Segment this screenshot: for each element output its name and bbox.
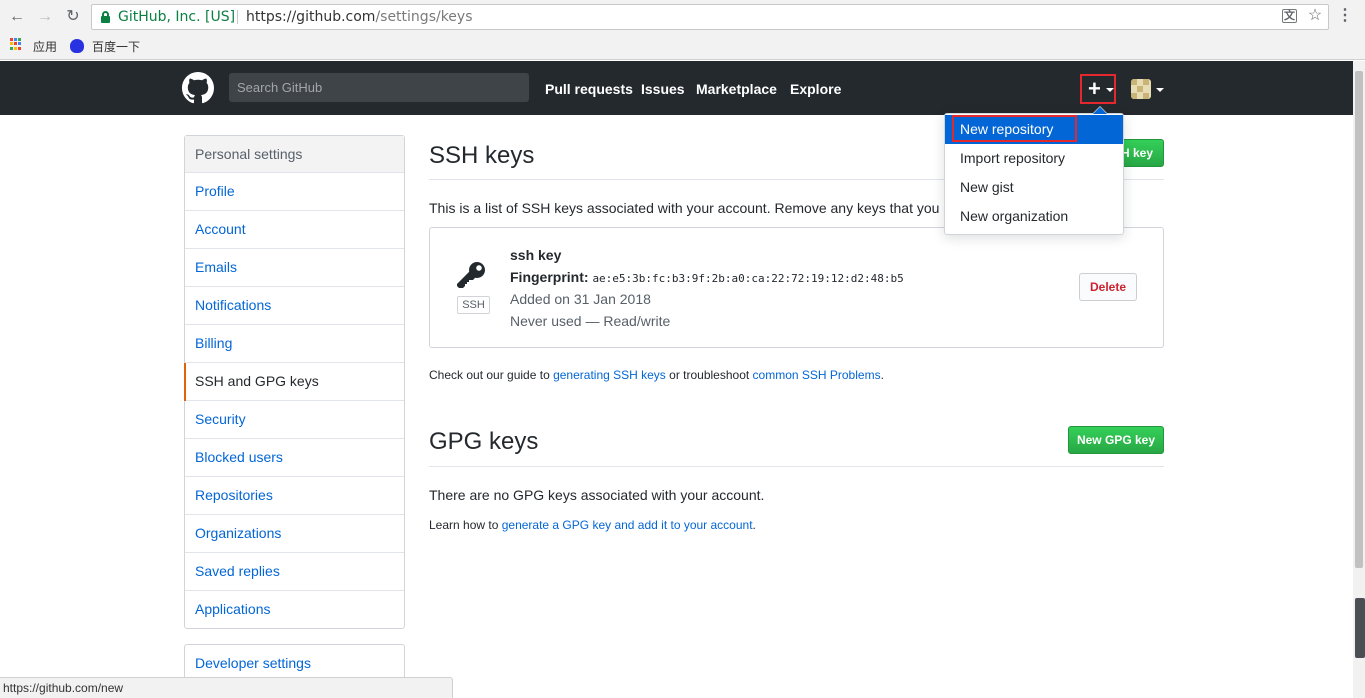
fingerprint-value: ae:e5:3b:fc:b3:9f:2b:a0:ca:22:72:19:12:d…	[592, 272, 904, 285]
sidebar-item-applications[interactable]: Applications	[185, 591, 404, 629]
forward-arrow-icon[interactable]: →	[35, 7, 55, 27]
ssh-key-fingerprint-row: Fingerprint: ae:e5:3b:fc:b3:9f:2b:a0:ca:…	[510, 268, 904, 288]
generating-ssh-keys-link[interactable]: generating SSH keys	[553, 368, 666, 382]
site-identity: GitHub, Inc. [US]	[118, 9, 236, 25]
guide-prefix: Check out our guide to	[429, 368, 554, 382]
ssh-guide-text: Check out our guide to generating SSH ke…	[429, 366, 884, 384]
lock-icon	[101, 11, 110, 23]
gpg-learn-text: Learn how to generate a GPG key and add …	[429, 516, 756, 534]
nav-marketplace[interactable]: Marketplace	[696, 80, 777, 98]
bookmarks-bar: 应用 百度一下	[0, 34, 1365, 60]
omnibox-divider	[237, 10, 238, 24]
ssh-keys-title: SSH keys	[429, 142, 535, 169]
gpg-empty-message: There are no GPG keys associated with yo…	[429, 487, 765, 503]
avatar-chevron-down-icon[interactable]	[1156, 88, 1164, 92]
url-path: /settings/keys	[375, 9, 473, 25]
scrollbar-overlay-thumb[interactable]	[1355, 598, 1365, 658]
guide-middle: or troubleshoot	[665, 368, 753, 382]
search-input[interactable]	[229, 73, 529, 102]
sidebar-item-saved-replies[interactable]: Saved replies	[185, 553, 404, 591]
sidebar-item-billing[interactable]: Billing	[185, 325, 404, 363]
generate-gpg-key-link[interactable]: generate a GPG key and add it to your ac…	[502, 518, 753, 532]
sidebar-item-ssh-gpg-keys[interactable]: SSH and GPG keys	[184, 363, 404, 401]
browser-toolbar: ← → ↻ GitHub, Inc. [US] https://github.c…	[0, 0, 1365, 34]
nav-issues[interactable]: Issues	[641, 80, 685, 98]
scrollbar-thumb[interactable]	[1355, 71, 1363, 568]
apps-grid-icon[interactable]	[10, 38, 22, 50]
dropdown-import-repository[interactable]: Import repository	[945, 144, 1123, 173]
bookmark-star-icon[interactable]: ☆	[1307, 8, 1323, 24]
ssh-key-row: SSH ssh key Fingerprint: ae:e5:3b:fc:b3:…	[429, 227, 1164, 348]
baidu-paw-icon	[70, 39, 84, 53]
chrome-menu-icon[interactable]: ⋮	[1337, 8, 1353, 24]
new-repository-highlight	[952, 115, 1077, 142]
reload-icon[interactable]: ↻	[63, 7, 83, 27]
chevron-down-icon	[1106, 88, 1114, 92]
common-ssh-problems-link[interactable]: common SSH Problems	[753, 368, 881, 382]
create-new-button[interactable]: +	[1080, 74, 1116, 104]
sidebar-item-blocked-users[interactable]: Blocked users	[185, 439, 404, 477]
ssh-type-label: SSH	[457, 296, 490, 314]
url-host: https://github.com	[246, 9, 376, 25]
ssh-key-added: Added on 31 Jan 2018	[510, 291, 651, 307]
sidebar-item-profile[interactable]: Profile	[185, 173, 404, 211]
sidebar-item-emails[interactable]: Emails	[185, 249, 404, 287]
sidebar-item-notifications[interactable]: Notifications	[185, 287, 404, 325]
nav-pull-requests[interactable]: Pull requests	[545, 80, 633, 98]
sidebar-item-account[interactable]: Account	[185, 211, 404, 249]
url-text: https://github.com/settings/keys	[246, 5, 473, 29]
learn-prefix: Learn how to	[429, 518, 502, 532]
dropdown-new-gist[interactable]: New gist	[945, 173, 1123, 202]
address-bar[interactable]: GitHub, Inc. [US] https://github.com/set…	[91, 4, 1329, 30]
create-new-dropdown: New repository Import repository New gis…	[944, 106, 1124, 235]
guide-suffix: .	[880, 368, 884, 382]
sidebar-item-repositories[interactable]: Repositories	[185, 477, 404, 515]
dropdown-new-organization[interactable]: New organization	[945, 202, 1123, 231]
status-bar-url: https://github.com/new	[0, 677, 453, 698]
gpg-divider	[429, 466, 1164, 467]
bookmark-baidu[interactable]: 百度一下	[92, 38, 140, 56]
ssh-key-name: ssh key	[510, 247, 562, 263]
nav-explore[interactable]: Explore	[790, 80, 841, 98]
fingerprint-label: Fingerprint:	[510, 269, 589, 285]
bookmark-apps[interactable]: 应用	[33, 38, 57, 56]
github-header: Pull requests Issues Marketplace Explore…	[0, 61, 1353, 115]
sidebar-item-organizations[interactable]: Organizations	[185, 515, 404, 553]
delete-ssh-key-button[interactable]: Delete	[1079, 273, 1137, 301]
sidebar-item-security[interactable]: Security	[185, 401, 404, 439]
new-gpg-key-button[interactable]: New GPG key	[1068, 426, 1164, 454]
github-octocat-icon[interactable]	[182, 72, 214, 104]
translate-icon[interactable]: 文	[1282, 9, 1297, 23]
key-icon	[457, 262, 485, 288]
gpg-keys-title: GPG keys	[429, 428, 539, 455]
sidebar-heading: Personal settings	[185, 136, 404, 173]
learn-suffix: .	[752, 518, 756, 532]
back-arrow-icon[interactable]: ←	[7, 7, 27, 27]
ssh-description: This is a list of SSH keys associated wi…	[429, 200, 959, 216]
ssh-key-usage: Never used — Read/write	[510, 313, 671, 329]
settings-sidebar: Personal settings Profile Account Emails…	[184, 135, 405, 629]
plus-icon: +	[1088, 76, 1101, 101]
avatar[interactable]	[1131, 79, 1151, 99]
